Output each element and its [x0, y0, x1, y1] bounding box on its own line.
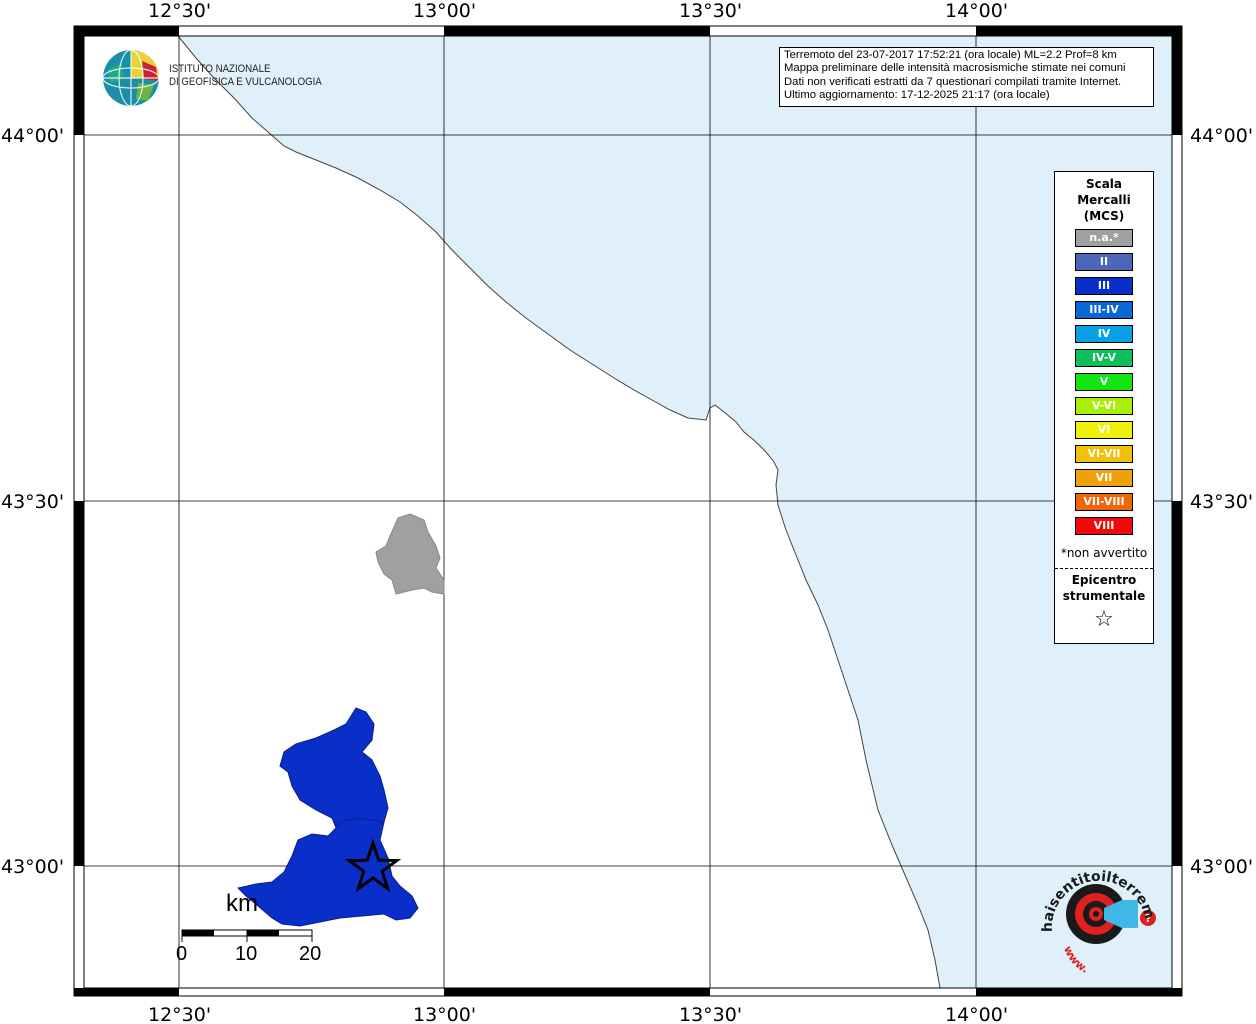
legend-epicenter-line: Epicentro	[1071, 573, 1137, 587]
event-info-line: Mappa preliminare delle intensità macros…	[784, 62, 1126, 75]
event-info-box: Terremoto del 23-07-2017 17:52:21 (ora l…	[779, 47, 1154, 107]
top-lon-label: 13°30'	[679, 0, 742, 22]
bottom-lon-label: 13°00'	[413, 1004, 476, 1024]
institute-line2: DI GEOFISICA E VULCANOLOGIA	[169, 76, 322, 88]
legend-item: III-IV	[1075, 301, 1133, 319]
right-lat-label: 44°00'	[1190, 125, 1253, 147]
legend-title-line: Scala	[1085, 177, 1123, 191]
legend-item: n.a.*	[1075, 229, 1133, 247]
legend-item: IV	[1075, 325, 1133, 343]
left-lat-label: 44°00'	[1, 125, 64, 147]
legend-star-icon: ☆	[1094, 607, 1114, 632]
legend-note: *non avvertito	[1060, 546, 1148, 560]
top-lon-label: 14°00'	[945, 0, 1008, 22]
legend-item: III	[1075, 277, 1133, 295]
bottom-lon-label: 14°00'	[945, 1004, 1008, 1024]
haisentito-www: www.	[1061, 944, 1090, 974]
intensity-legend: Scala Mercalli (MCS) n.a.* II III III-IV IV I…	[1054, 171, 1154, 644]
legend-item: V-VI	[1075, 397, 1133, 415]
institute-name: ISTITUTO NAZIONALE DI GEOFISICA E VULCAN…	[169, 63, 322, 89]
bottom-lon-label: 12°30'	[148, 1004, 211, 1024]
legend-divider	[1055, 568, 1153, 569]
haisentito-logo-icon[interactable]: ? haisentitoilterremoto.it www.	[1034, 862, 1174, 974]
legend-item: II	[1075, 253, 1133, 271]
legend-title-line: (MCS)	[1083, 209, 1125, 223]
legend-item: VII-VIII	[1075, 493, 1133, 511]
left-lat-label: 43°30'	[1, 491, 64, 513]
institute-line1: ISTITUTO NAZIONALE	[169, 63, 271, 75]
right-lat-label: 43°00'	[1190, 856, 1253, 878]
scale-label: 20	[299, 943, 322, 965]
legend-title-line: Mercalli	[1077, 193, 1131, 207]
legend-item: VI	[1075, 421, 1133, 439]
top-lon-label: 12°30'	[148, 0, 211, 22]
legend-item: IV-V	[1075, 349, 1133, 367]
scale-unit: km	[226, 890, 258, 917]
top-lon-label: 13°00'	[413, 0, 476, 22]
legend-title: Scala Mercalli (MCS)	[1055, 176, 1153, 224]
event-info-line: Terremoto del 23-07-2017 17:52:21 (ora l…	[784, 49, 1117, 61]
event-info-line: Ultimo aggiornamento: 17-12-2025 21:17 (…	[784, 89, 1050, 102]
scale-label: 0	[176, 943, 188, 965]
scale-label: 10	[235, 943, 258, 965]
legend-epicenter-label: Epicentro strumentale	[1055, 572, 1153, 604]
left-lat-label: 43°00'	[1, 856, 64, 878]
legend-item: VII	[1075, 469, 1133, 487]
legend-epicenter-line: strumentale	[1062, 589, 1146, 603]
right-lat-label: 43°30'	[1190, 491, 1253, 513]
bottom-lon-label: 13°30'	[679, 1004, 742, 1024]
event-info-line: Dati non verificati estratti da 7 questi…	[784, 75, 1122, 88]
ingv-globe-icon	[102, 49, 160, 107]
legend-item: VI-VII	[1075, 445, 1133, 463]
legend-item: V	[1075, 373, 1133, 391]
legend-item: VIII	[1075, 517, 1133, 535]
